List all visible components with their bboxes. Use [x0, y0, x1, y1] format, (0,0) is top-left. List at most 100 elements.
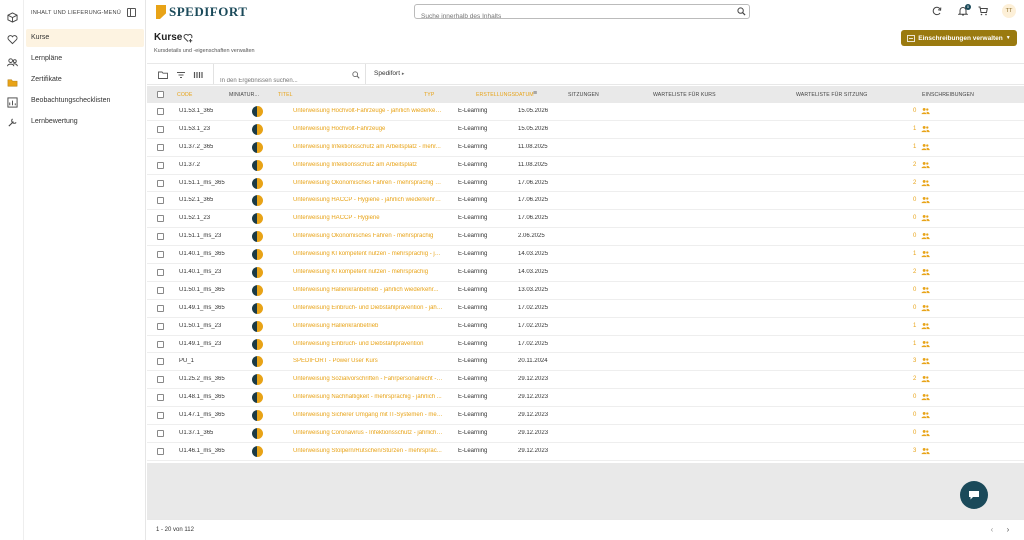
table-row[interactable]: U1.49.1_ms_365 Unterweisung Einbruch- und… — [147, 300, 1024, 318]
refresh-icon[interactable] — [932, 6, 942, 16]
row-title-link[interactable]: Unterweisung Hochvolt-Fahrzeuge - jährli… — [293, 108, 443, 114]
row-checkbox[interactable] — [157, 197, 164, 205]
people-icon[interactable] — [921, 196, 930, 204]
sidebar-item-kurse[interactable]: Kurse — [26, 29, 144, 47]
row-checkbox[interactable] — [157, 340, 164, 348]
avatar[interactable]: TT — [1002, 4, 1016, 18]
table-row[interactable]: U1.52.1_23 Unterweisung HACCP - Hygiene E-… — [147, 210, 1024, 229]
row-checkbox[interactable] — [157, 376, 164, 384]
search-icon[interactable] — [737, 7, 746, 16]
table-row[interactable]: U1.49.1_ms_23 Unterweisung Einbruch- und … — [147, 336, 1024, 354]
column-enrollments[interactable]: EINSCHREIBUNGEN — [922, 92, 974, 98]
row-enrollments[interactable]: 0 — [913, 197, 916, 203]
row-enrollments[interactable]: 2 — [913, 162, 916, 168]
row-checkbox[interactable] — [157, 125, 164, 133]
row-checkbox[interactable] — [157, 394, 164, 402]
row-checkbox[interactable] — [157, 179, 164, 187]
row-enrollments[interactable]: 0 — [913, 412, 916, 418]
row-checkbox[interactable] — [157, 215, 164, 223]
row-enrollments[interactable]: 3 — [913, 448, 916, 454]
next-page-icon[interactable]: › — [1004, 526, 1012, 534]
people-icon[interactable] — [921, 429, 930, 437]
row-checkbox[interactable] — [157, 286, 164, 294]
row-title-link[interactable]: Unterweisung Sicherer Umgang mit IT-Syst… — [293, 412, 443, 418]
favorite-add-icon[interactable] — [183, 33, 193, 43]
table-row[interactable]: U1.46.1_ms_365 Unterweisung Stolpern/Ruts… — [147, 443, 1024, 461]
table-row[interactable]: U1.53.1_365 Unterweisung Hochvolt-Fahrzeu… — [147, 103, 1024, 121]
people-icon[interactable] — [921, 250, 930, 258]
column-session-waitlist[interactable]: WARTELISTE FÜR SITZUNG — [796, 92, 867, 98]
row-checkbox[interactable] — [157, 358, 164, 366]
table-row[interactable]: U1.37.2 Unterweisung Infektionsschutz am … — [147, 157, 1024, 175]
row-title-link[interactable]: Unterweisung Sozialvorschriften - Fahrpe… — [293, 376, 443, 382]
table-row[interactable]: U1.48.1_ms_365 Unterweisung Nachhaltigkei… — [147, 389, 1024, 408]
table-row[interactable]: PU_1 SPEDIFORT - Power User Kurs E-Learnin… — [147, 353, 1024, 372]
people-icon[interactable] — [921, 214, 930, 222]
people-icon[interactable] — [921, 161, 930, 169]
row-title-link[interactable]: Unterweisung Infektionsschutz am Arbeits… — [293, 144, 443, 150]
row-title-link[interactable]: Unterweisung KI kompetent nutzen - mehrs… — [293, 269, 443, 275]
row-title-link[interactable]: Unterweisung Infektionsschutz am Arbeits… — [293, 162, 443, 168]
people-icon[interactable] — [921, 447, 930, 455]
row-enrollments[interactable]: 3 — [913, 358, 916, 364]
table-row[interactable]: U1.51.1_ms_23 Unterweisung Ökonomisches F… — [147, 228, 1024, 247]
row-enrollments[interactable]: 1 — [913, 126, 916, 132]
chat-button[interactable] — [960, 481, 988, 509]
select-all-checkbox[interactable] — [157, 91, 164, 98]
global-search-input[interactable] — [415, 10, 725, 23]
table-row[interactable]: U1.53.1_23 Unterweisung Hochvolt-Fahrzeug… — [147, 121, 1024, 139]
row-enrollments[interactable]: 0 — [913, 305, 916, 311]
table-row[interactable]: U1.51.1_ms_365 Unterweisung Ökonomisches … — [147, 175, 1024, 193]
row-enrollments[interactable]: 0 — [913, 287, 916, 293]
row-enrollments[interactable]: 0 — [913, 233, 916, 239]
row-title-link[interactable]: Unterweisung KI kompetent nutzen - mehrs… — [293, 251, 443, 257]
row-enrollments[interactable]: 2 — [913, 269, 916, 275]
organization-filter[interactable]: Spedifort ▸ — [374, 70, 404, 77]
people-icon[interactable] — [921, 393, 930, 401]
sidebar-item-zertifikate[interactable]: Zertifikate — [26, 71, 144, 89]
row-title-link[interactable]: Unterweisung Ökonomisches Fahren - mehrs… — [293, 233, 443, 239]
people-icon[interactable] — [921, 232, 930, 240]
row-checkbox[interactable] — [157, 412, 164, 420]
people-icon[interactable] — [921, 304, 930, 312]
row-checkbox[interactable] — [157, 108, 164, 115]
row-title-link[interactable]: Unterweisung Hallenkranbetrieb — [293, 323, 443, 329]
row-enrollments[interactable]: 2 — [913, 180, 916, 186]
row-title-link[interactable]: Unterweisung Hochvolt-Fahrzeuge — [293, 126, 443, 132]
row-title-link[interactable]: Unterweisung Stolpern/Rutschen/Stürzen -… — [293, 448, 443, 454]
row-checkbox[interactable] — [157, 447, 164, 455]
row-enrollments[interactable]: 1 — [913, 144, 916, 150]
table-row[interactable]: U1.40.1_ms_365 Unterweisung KI kompetent … — [147, 246, 1024, 265]
row-title-link[interactable]: SPEDIFORT - Power User Kurs — [293, 358, 443, 364]
users-icon[interactable] — [6, 56, 18, 68]
table-row[interactable]: U1.52.1_365 Unterweisung HACCP - Hygiene … — [147, 192, 1024, 211]
people-icon[interactable] — [921, 107, 930, 115]
people-icon[interactable] — [921, 322, 930, 330]
sidebar-toggle-icon[interactable] — [127, 8, 136, 17]
folder-outline-icon[interactable] — [158, 70, 168, 80]
row-title-link[interactable]: Unterweisung Einbruch- und Diebstahlpräv… — [293, 341, 443, 347]
row-checkbox[interactable] — [157, 233, 164, 241]
column-sessions[interactable]: SITZUNGEN — [568, 92, 599, 98]
manage-enrollments-button[interactable]: Einschreibungen verwalten ▼ — [901, 30, 1017, 46]
search-icon[interactable] — [352, 71, 360, 79]
logo[interactable]: SPEDIFORT — [156, 4, 247, 20]
column-thumbnail[interactable]: MINIATUR... — [229, 92, 259, 98]
row-enrollments[interactable]: 2 — [913, 376, 916, 382]
row-enrollments[interactable]: 1 — [913, 251, 916, 257]
sort-icon[interactable]: ≡ — [533, 90, 537, 97]
row-enrollments[interactable]: 0 — [913, 394, 916, 400]
sidebar-item-lernbewertung[interactable]: Lernbewertung — [26, 113, 144, 131]
row-enrollments[interactable]: 1 — [913, 341, 916, 347]
people-icon[interactable] — [921, 268, 930, 276]
row-title-link[interactable]: Unterweisung Einbruch- und Diebstahlpräv… — [293, 305, 443, 311]
people-icon[interactable] — [921, 340, 930, 348]
people-icon[interactable] — [921, 143, 930, 151]
box-icon[interactable] — [6, 11, 18, 23]
row-checkbox[interactable] — [157, 143, 164, 151]
row-checkbox[interactable] — [157, 161, 164, 169]
row-title-link[interactable]: Unterweisung Hallenkranbetrieb - jährlic… — [293, 287, 443, 293]
table-row[interactable]: U1.47.1_ms_365 Unterweisung Sicherer Umga… — [147, 407, 1024, 426]
row-title-link[interactable]: Unterweisung HACCP - Hygiene - jährlich … — [293, 197, 443, 203]
row-enrollments[interactable]: 1 — [913, 323, 916, 329]
